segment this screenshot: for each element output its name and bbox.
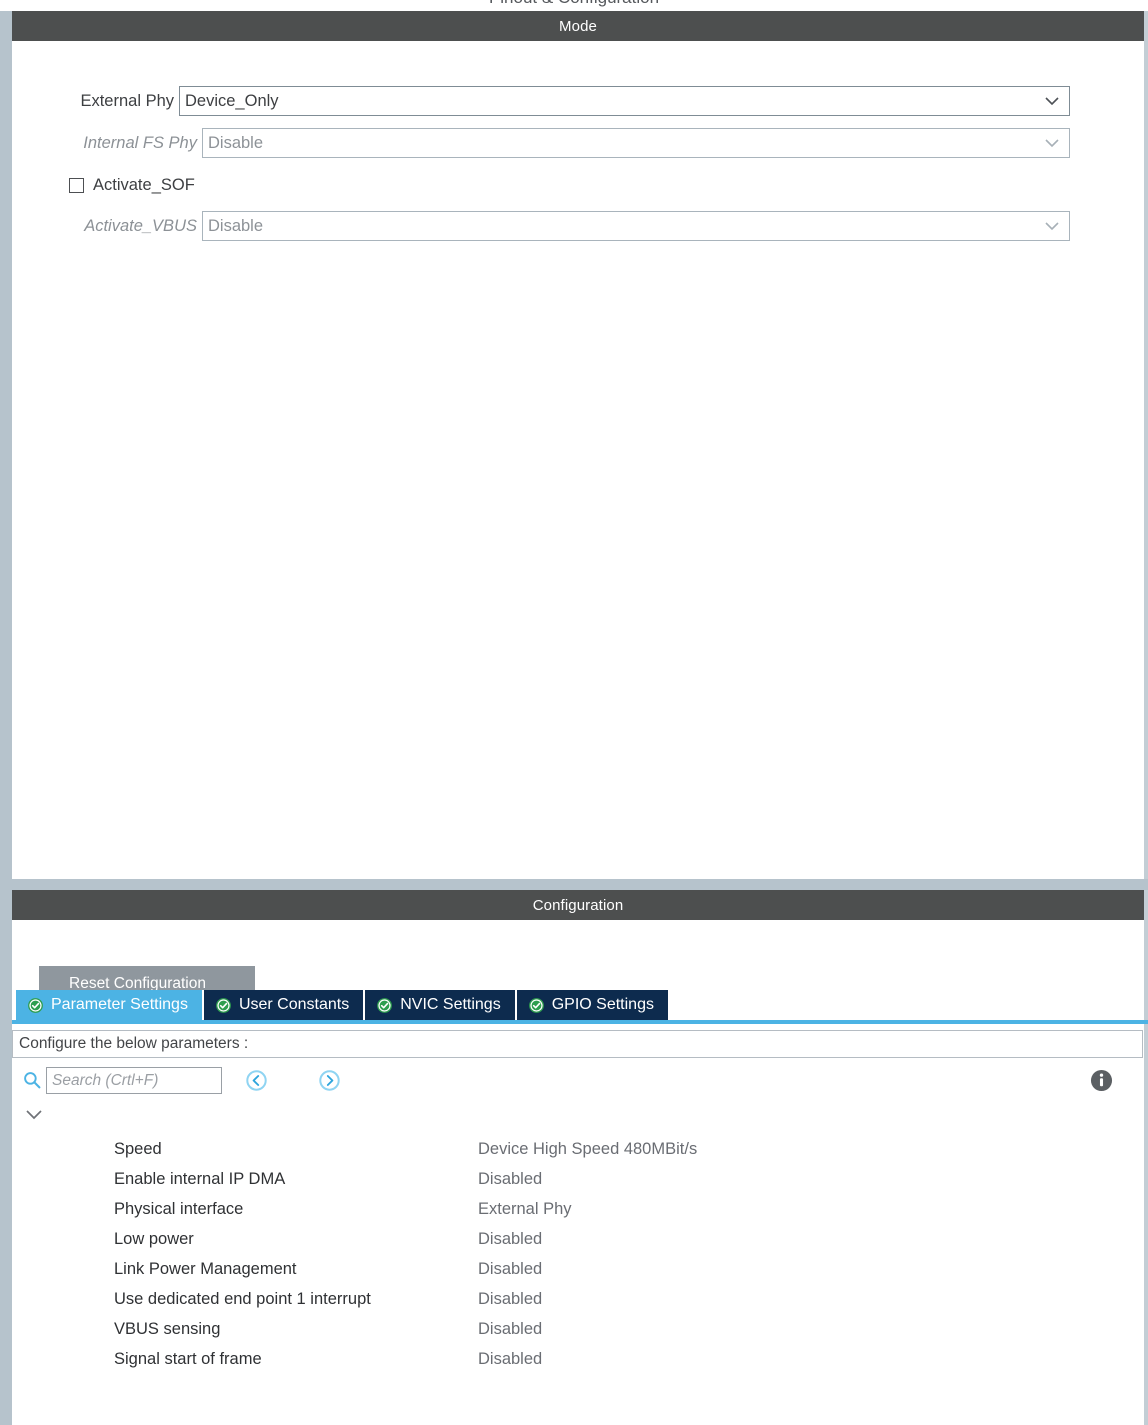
table-row[interactable]: Speed Device High Speed 480MBit/s: [12, 1134, 1143, 1164]
mode-panel: Mode External Phy Device_Only Internal F…: [12, 11, 1144, 879]
param-value: Disabled: [478, 1289, 543, 1308]
chevron-down-icon: [1044, 93, 1060, 109]
check-circle-icon: [216, 997, 231, 1013]
label-activate-vbus: Activate_VBUS: [84, 216, 197, 235]
combo-activate-vbus[interactable]: Disable: [202, 211, 1070, 241]
combo-activate-vbus-value: Disable: [208, 216, 264, 235]
check-circle-icon: [377, 997, 393, 1013]
tab-user-constants[interactable]: User Constants: [203, 990, 366, 1020]
search-icon: [22, 1070, 42, 1090]
mode-panel-header: Mode: [12, 11, 1144, 41]
left-gutter: [0, 11, 12, 1425]
search-next-button[interactable]: [317, 1068, 342, 1093]
param-value: Disabled: [478, 1259, 543, 1278]
combo-external-phy-value: Device_Only: [185, 91, 279, 110]
field-row-internal-fs-phy: Internal FS Phy Disable: [12, 128, 1107, 158]
info-icon[interactable]: [1090, 1069, 1113, 1092]
param-name: Signal start of frame: [114, 1349, 262, 1368]
param-value: Disabled: [478, 1169, 543, 1188]
activate-sof-checkbox[interactable]: [69, 177, 84, 193]
panel-separator: [0, 879, 1148, 890]
mode-panel-body: External Phy Device_Only Internal FS Phy…: [12, 41, 1144, 879]
tab-parameter-settings-label: Parameter Settings: [51, 996, 188, 1013]
tab-parameter-settings[interactable]: Parameter Settings: [16, 990, 204, 1020]
label-external-phy: External Phy: [80, 91, 174, 110]
checkbox-row-activate-sof[interactable]: Activate_SOF: [69, 174, 195, 196]
search-prev-button[interactable]: [244, 1068, 269, 1093]
table-row[interactable]: Enable internal IP DMA Disabled: [12, 1164, 1143, 1194]
param-value: External Phy: [478, 1199, 572, 1218]
param-value: Disabled: [478, 1319, 543, 1338]
param-value: Disabled: [478, 1229, 543, 1248]
group-collapse-chevron-icon[interactable]: [24, 1108, 44, 1122]
param-name: Enable internal IP DMA: [114, 1169, 286, 1188]
check-circle-icon: [528, 997, 544, 1013]
check-circle-icon: [28, 997, 43, 1013]
cubemx-usb-config-screen: Pinout & Configuration Mode External Phy…: [0, 0, 1148, 1425]
param-name: Physical interface: [114, 1199, 244, 1218]
parameter-search-row: [12, 1062, 1143, 1102]
param-value: Device High Speed 480MBit/s: [478, 1139, 698, 1158]
tab-gpio-settings[interactable]: GPIO Settings: [516, 990, 668, 1020]
tab-active-underline: [12, 1020, 1148, 1024]
param-name: VBUS sensing: [114, 1319, 221, 1338]
right-gutter: [1144, 11, 1148, 1425]
chevron-down-icon: [1044, 135, 1060, 151]
settings-tabs: Parameter Settings User Constants NVIC S…: [16, 990, 668, 1020]
combo-internal-fs-phy-value: Disable: [208, 133, 264, 152]
combo-external-phy[interactable]: Device_Only: [179, 86, 1070, 116]
tab-nvic-settings-label: NVIC Settings: [400, 996, 501, 1013]
param-name: Use dedicated end point 1 interrupt: [114, 1289, 371, 1308]
combo-internal-fs-phy[interactable]: Disable: [202, 128, 1070, 158]
parameter-list: Speed Device High Speed 480MBit/s Enable…: [12, 1134, 1143, 1374]
table-row[interactable]: Use dedicated end point 1 interrupt Disa…: [12, 1284, 1143, 1314]
field-row-external-phy: External Phy Device_Only: [12, 86, 1107, 116]
field-row-activate-vbus: Activate_VBUS Disable: [12, 211, 1107, 241]
table-row[interactable]: Physical interface External Phy: [12, 1194, 1143, 1224]
search-input[interactable]: [46, 1067, 222, 1094]
activate-sof-label: Activate_SOF: [93, 175, 195, 194]
param-name: Low power: [114, 1229, 194, 1248]
tab-nvic-settings[interactable]: NVIC Settings: [365, 990, 517, 1020]
table-row[interactable]: Link Power Management Disabled: [12, 1254, 1143, 1284]
label-internal-fs-phy: Internal FS Phy: [83, 133, 197, 152]
table-row[interactable]: VBUS sensing Disabled: [12, 1314, 1143, 1344]
settings-tabstrip: Parameter Settings User Constants NVIC S…: [12, 990, 1148, 1024]
tab-user-constants-label: User Constants: [238, 996, 350, 1013]
table-row[interactable]: Signal start of frame Disabled: [12, 1344, 1143, 1374]
configuration-panel-header: Configuration: [12, 890, 1144, 920]
table-row[interactable]: Low power Disabled: [12, 1224, 1143, 1254]
configure-parameters-bar: Configure the below parameters :: [12, 1030, 1143, 1058]
chevron-down-icon: [1044, 218, 1060, 234]
param-name: Speed: [114, 1139, 162, 1158]
clipped-top-text: Pinout & Configuration: [0, 0, 1148, 11]
tab-gpio-settings-label: GPIO Settings: [551, 996, 654, 1013]
param-value: Disabled: [478, 1349, 543, 1368]
param-name: Link Power Management: [114, 1259, 297, 1278]
